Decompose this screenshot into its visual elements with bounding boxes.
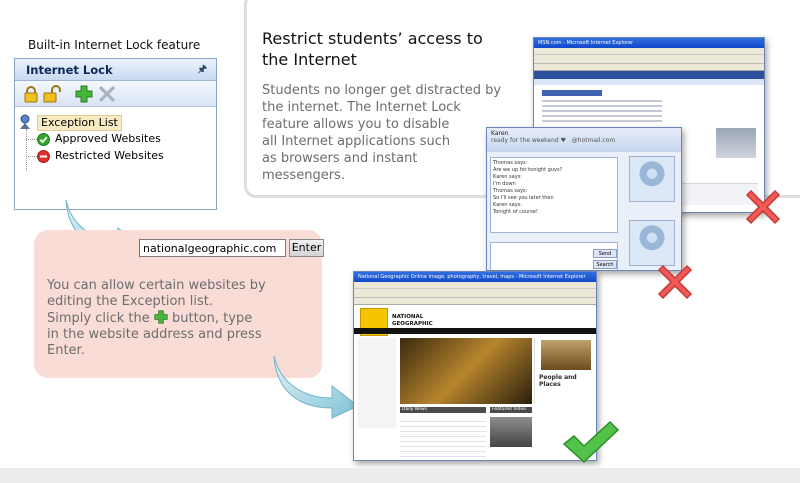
blocked-x-icon (657, 264, 693, 300)
panel-toolbar (15, 81, 216, 107)
messenger-screenshot: Karen ready for the weekend ♥ @hotmail.c… (486, 127, 682, 271)
blocked-x-icon (745, 189, 781, 225)
website-url-input[interactable]: nationalgeographic.com (139, 239, 286, 257)
panel-title: Internet Lock (26, 63, 113, 77)
arrow-down-right-icon (273, 355, 359, 419)
unlock-icon[interactable] (43, 85, 61, 103)
add-icon[interactable] (75, 85, 93, 103)
lock-icon[interactable] (22, 85, 40, 103)
chat-history: Thomas says: Are we up for tonight guys?… (490, 157, 618, 233)
approved-icon (37, 133, 50, 146)
bottom-strip (0, 468, 800, 483)
exception-info-text: You can allow certain websites by editin… (47, 278, 266, 358)
delete-icon[interactable] (98, 85, 116, 103)
enter-button[interactable]: Enter (289, 239, 324, 257)
feature-label: Built-in Internet Lock feature (28, 38, 201, 52)
pin-icon[interactable]: 🖈 (198, 62, 207, 79)
intro-title: Restrict students’ access to the Interne… (262, 29, 483, 69)
exception-tree: Exception List Approved Websites Restric… (15, 107, 216, 207)
internet-lock-panel: Internet Lock 🖈 Exception List Approved … (14, 58, 217, 210)
computer-icon (20, 114, 30, 129)
search-button: Search (593, 260, 617, 269)
panel-header: Internet Lock 🖈 (15, 59, 216, 81)
exception-list-label: Exception List (37, 115, 122, 131)
restricted-icon (37, 150, 50, 163)
allowed-check-icon (562, 420, 620, 464)
add-icon (154, 310, 168, 324)
send-button: Send (593, 249, 617, 258)
avatar (629, 156, 675, 202)
